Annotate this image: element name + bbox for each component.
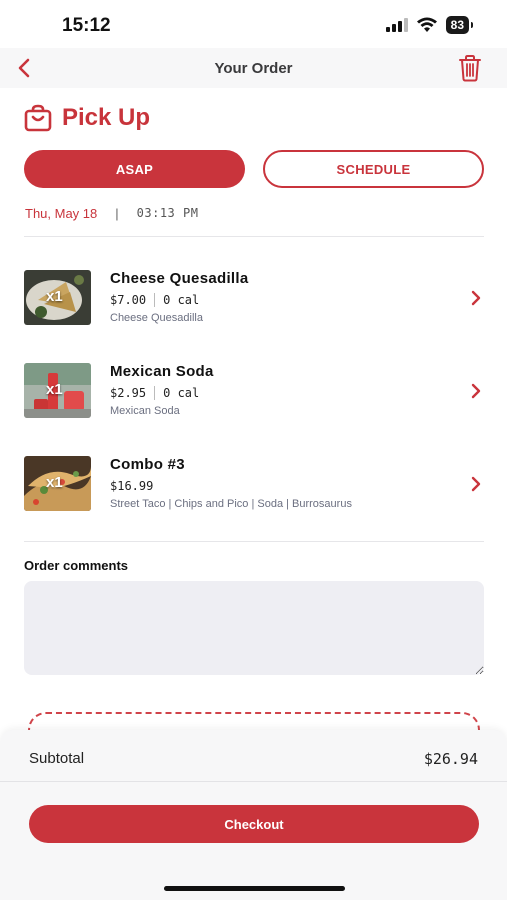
order-comments-label: Order comments [24, 558, 129, 573]
subtotal-label: Subtotal [29, 750, 85, 767]
meta-separator [154, 386, 156, 400]
divider [24, 541, 484, 542]
item-description: Mexican Soda [110, 405, 180, 417]
item-calories: 0 cal [163, 386, 200, 400]
chevron-right-icon[interactable] [470, 290, 482, 306]
item-price: $7.00 [110, 293, 147, 307]
pickup-date: Thu, May 18 [25, 206, 98, 221]
item-quantity: x1 [46, 381, 63, 398]
item-meta: $16.99 [110, 479, 153, 493]
shopping-bag-icon [24, 104, 52, 132]
item-image: x1 [24, 456, 91, 511]
status-icons: 83 [385, 16, 474, 34]
status-time: 15:12 [62, 15, 111, 36]
chevron-right-icon[interactable] [470, 383, 482, 399]
subtotal-value: $26.94 [423, 750, 478, 768]
schedule-button[interactable]: SCHEDULE [263, 150, 484, 188]
item-name: Mexican Soda [110, 363, 214, 380]
cellular-signal-icon [385, 18, 408, 32]
item-meta: $7.00 0 cal [110, 293, 199, 307]
order-item[interactable]: x1 Combo #3 $16.99 Street Taco | Chips a… [24, 456, 484, 512]
item-description: Street Taco | Chips and Pico | Soda | Bu… [110, 498, 352, 510]
pickup-time: 03:13 PM [136, 206, 199, 220]
item-image: x1 [24, 363, 91, 418]
bottom-sheet: Subtotal $26.94 Checkout [0, 730, 507, 900]
page-title: Your Order [214, 60, 293, 77]
chevron-right-icon[interactable] [470, 476, 482, 492]
item-price: $16.99 [110, 479, 154, 493]
item-meta: $2.95 0 cal [110, 386, 199, 400]
trash-icon[interactable] [457, 54, 483, 82]
datetime-separator: | [115, 206, 119, 221]
divider [24, 236, 484, 237]
item-quantity: x1 [46, 288, 63, 305]
divider [0, 781, 507, 782]
meta-separator [154, 293, 156, 307]
pickup-title: Pick Up [62, 104, 151, 131]
order-item[interactable]: x1 Mexican Soda $2.95 0 cal Mexican Soda [24, 363, 484, 419]
item-name: Cheese Quesadilla [110, 270, 249, 287]
pickup-datetime[interactable]: Thu, May 18 | 03:13 PM [25, 206, 198, 221]
wifi-icon [416, 17, 437, 32]
battery-indicator: 83 [445, 16, 474, 34]
nav-bar: Your Order [0, 48, 507, 88]
order-comments-input[interactable] [24, 581, 484, 675]
item-description: Cheese Quesadilla [110, 312, 203, 324]
item-name: Combo #3 [110, 456, 185, 473]
item-image: x1 [24, 270, 91, 325]
asap-button[interactable]: ASAP [24, 150, 245, 188]
item-price: $2.95 [110, 386, 147, 400]
home-indicator [164, 886, 345, 891]
checkout-button[interactable]: Checkout [29, 805, 479, 843]
item-quantity: x1 [46, 474, 63, 491]
item-calories: 0 cal [163, 293, 200, 307]
order-item[interactable]: x1 Cheese Quesadilla $7.00 0 cal Cheese … [24, 270, 484, 326]
status-bar: 15:12 83 [0, 0, 507, 52]
pickup-header: Pick Up [24, 104, 150, 132]
